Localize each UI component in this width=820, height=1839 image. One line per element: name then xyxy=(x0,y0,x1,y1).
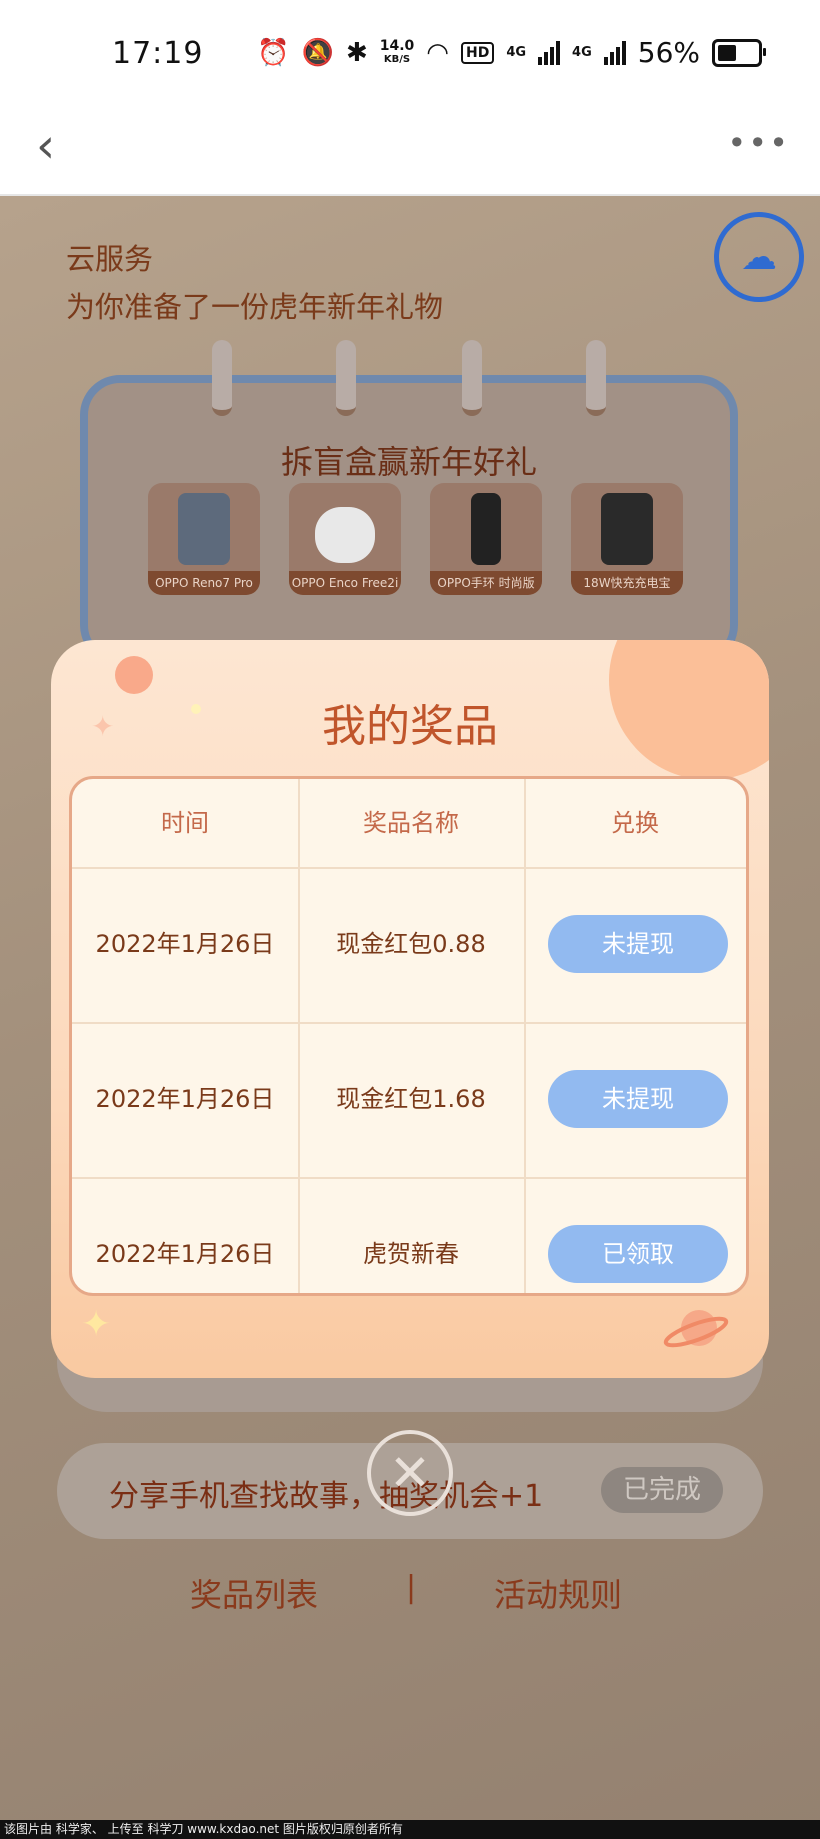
decor-ball xyxy=(115,656,153,694)
row-action-cell: 已领取 xyxy=(524,1177,746,1293)
signal-icon xyxy=(538,40,561,65)
table-row: 2022年1月26日 现金红包0.88 未提现 xyxy=(72,867,746,1024)
battery-icon xyxy=(712,38,766,67)
my-prizes-modal: ✦ 我的奖品 时间 奖品名称 兑换 2022年1月26日 现金红包0.88 未提… xyxy=(51,640,769,1378)
cloud-service-icon[interactable]: ☁ xyxy=(714,212,804,302)
wifi-icon: ◠ xyxy=(426,37,449,68)
table-row: 2022年1月26日 虎贺新春 已领取 xyxy=(72,1177,746,1293)
phone-image xyxy=(178,493,230,565)
calendar-card: 拆盲盒赢新年好礼 OPPO Reno7 Pro OPPO Enco Free2i… xyxy=(80,375,738,665)
claimed-button[interactable]: 已领取 xyxy=(548,1225,728,1283)
calendar-ring xyxy=(586,340,606,416)
headline-gift: 为你准备了一份虎年新年礼物 xyxy=(66,290,444,324)
calendar-title: 拆盲盒赢新年好礼 xyxy=(280,443,537,481)
row-action-cell: 未提现 xyxy=(524,1022,746,1177)
table-row: 2022年1月26日 现金红包1.68 未提现 xyxy=(72,1022,746,1179)
band-image xyxy=(471,493,501,565)
watermark-footer: 该图片由 科学家、 上传至 科学刀 www.kxdao.net 图片版权归原创者… xyxy=(0,1820,820,1839)
bottom-links: 奖品列表 | 活动规则 xyxy=(0,1570,820,1620)
earbuds-image xyxy=(315,507,375,563)
prize-item: OPPO Reno7 Pro xyxy=(148,483,260,595)
modal-title: 我的奖品 xyxy=(322,701,498,752)
powerbank-image xyxy=(601,493,653,565)
nav-bar: ‹ ••• xyxy=(0,100,820,196)
row-date: 2022年1月26日 xyxy=(95,1240,275,1268)
headline-service: 云服务 xyxy=(66,242,154,276)
sparkle-icon: ✦ xyxy=(81,1304,112,1345)
status-bar: 17:19 ⏰ 🔕 ✱ 14.0 KB/S ◠ HD 4G 4G 56% xyxy=(0,0,820,100)
header-prize-name: 奖品名称 xyxy=(363,809,459,837)
battery-percent: 56% xyxy=(637,36,700,69)
close-circle-icon[interactable]: ✕ xyxy=(367,1430,453,1516)
header-redeem: 兑换 xyxy=(611,809,659,837)
link-separator: | xyxy=(406,1570,417,1605)
prize-item: 18W快充充电宝 xyxy=(571,483,683,595)
row-prize: 虎贺新春 xyxy=(363,1240,459,1268)
signal2-label: 4G xyxy=(572,45,592,60)
signal1-label: 4G xyxy=(506,45,527,60)
task-status-button[interactable]: 已完成 xyxy=(601,1467,723,1513)
hd-icon: HD xyxy=(460,41,495,64)
row-prize: 现金红包0.88 xyxy=(336,930,486,958)
table-header: 时间 奖品名称 兑换 xyxy=(72,779,746,869)
rules-link[interactable]: 活动规则 xyxy=(494,1570,622,1616)
withdraw-button[interactable]: 未提现 xyxy=(548,1070,728,1128)
calendar-ring xyxy=(462,340,482,416)
calendar-ring xyxy=(212,340,232,416)
mute-icon: 🔕 xyxy=(301,37,334,68)
prize-list: OPPO Reno7 Pro OPPO Enco Free2i OPPO手环 时… xyxy=(148,483,683,595)
status-time: 17:19 xyxy=(112,36,204,71)
more-dots-icon[interactable]: ••• xyxy=(727,124,790,162)
row-prize: 现金红包1.68 xyxy=(336,1085,486,1113)
calendar-ring xyxy=(336,340,356,416)
row-date: 2022年1月26日 xyxy=(95,930,275,958)
prize-list-link[interactable]: 奖品列表 xyxy=(190,1570,318,1616)
prize-item: OPPO Enco Free2i xyxy=(289,483,401,595)
net-speed: 14.0 KB/S xyxy=(379,37,415,65)
prize-item: OPPO手环 时尚版 xyxy=(430,483,542,595)
chevron-left-icon[interactable]: ‹ xyxy=(36,122,55,170)
row-date: 2022年1月26日 xyxy=(95,1085,275,1113)
withdraw-button[interactable]: 未提现 xyxy=(548,915,728,973)
header-time: 时间 xyxy=(161,809,209,837)
row-action-cell: 未提现 xyxy=(524,867,746,1022)
task-label: 分享手机查找故事，抽奖机会+1 xyxy=(109,1479,544,1514)
status-icons: ⏰ 🔕 ✱ 14.0 KB/S ◠ HD 4G 4G 56% xyxy=(257,36,766,69)
bluetooth-icon: ✱ xyxy=(345,37,368,68)
prizes-table: 时间 奖品名称 兑换 2022年1月26日 现金红包0.88 未提现 2022年… xyxy=(69,776,749,1296)
planet-icon xyxy=(663,1310,729,1348)
signal-icon-2 xyxy=(603,40,626,65)
alarm-icon: ⏰ xyxy=(257,37,290,68)
